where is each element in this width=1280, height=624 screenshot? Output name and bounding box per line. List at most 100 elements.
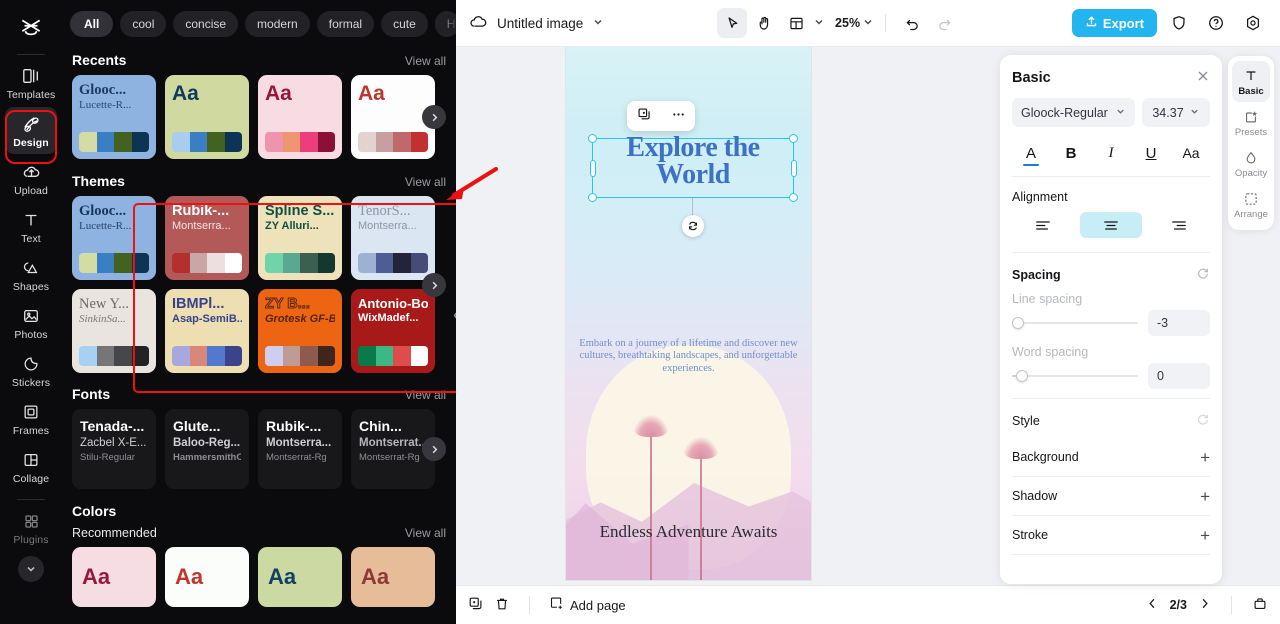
shield-button[interactable] xyxy=(1164,8,1194,38)
stroke-row[interactable]: Stroke + xyxy=(1012,516,1210,554)
chevron-down-icon[interactable] xyxy=(862,16,874,31)
chevron-down-icon[interactable] xyxy=(813,16,825,31)
settings-button[interactable] xyxy=(1238,8,1268,38)
slider-knob[interactable] xyxy=(1016,370,1028,382)
layout-tool-button[interactable] xyxy=(781,8,811,38)
filter-chip-cute[interactable]: cute xyxy=(381,11,428,37)
resize-handle-bl[interactable] xyxy=(588,193,597,202)
duplicate-icon[interactable] xyxy=(637,107,652,125)
line-spacing-input[interactable]: -3 xyxy=(1148,310,1210,336)
redo-button[interactable] xyxy=(929,8,959,38)
theme-card[interactable]: Spline S... ZY Alluri... xyxy=(258,196,342,280)
sidebar-item-stickers[interactable]: Stickers xyxy=(5,347,57,394)
theme-card[interactable]: New Y... SinkinSa... xyxy=(72,289,156,373)
italic-button[interactable]: I xyxy=(1097,140,1125,166)
select-tool-button[interactable] xyxy=(717,8,748,38)
font-family-select[interactable]: Gloock-Regular xyxy=(1012,98,1135,127)
underline-button[interactable]: U xyxy=(1137,140,1165,166)
theme-card[interactable]: Aa xyxy=(165,75,249,159)
theme-card[interactable]: Rubik-... Montserra... xyxy=(165,196,249,280)
view-all-themes[interactable]: View all xyxy=(405,175,446,189)
shadow-row[interactable]: Shadow + xyxy=(1012,477,1210,515)
line-spacing-slider[interactable] xyxy=(1012,316,1138,330)
slider-knob[interactable] xyxy=(1012,317,1024,329)
filter-chip-formal[interactable]: formal xyxy=(316,11,375,37)
chevron-left-icon[interactable] xyxy=(1146,597,1159,613)
sidebar-item-templates[interactable]: Templates xyxy=(5,59,57,106)
more-horizontal-icon[interactable] xyxy=(671,107,686,125)
tab-presets[interactable]: Presets xyxy=(1232,102,1270,143)
export-button[interactable]: Export xyxy=(1071,9,1157,37)
tab-basic[interactable]: Basic xyxy=(1232,61,1270,102)
chevron-right-icon[interactable] xyxy=(1198,597,1211,613)
rotate-icon[interactable] xyxy=(682,215,704,237)
align-right-button[interactable] xyxy=(1149,212,1210,238)
filter-chip-holiday[interactable]: Holiday xyxy=(434,11,456,37)
plus-icon[interactable]: + xyxy=(1200,527,1210,544)
poster-subtitle[interactable]: Embark on a journey of a lifetime and di… xyxy=(577,338,800,375)
theme-card[interactable]: IBMPl... Asap-SemiB... xyxy=(165,289,249,373)
poster-artboard[interactable]: Embark on a journey of a lifetime and di… xyxy=(566,47,811,580)
sidebar-item-frames[interactable]: Frames xyxy=(5,395,57,442)
chevron-right-icon[interactable] xyxy=(422,273,446,297)
add-page-button[interactable]: Add page xyxy=(549,596,626,614)
sidebar-item-shapes[interactable]: Shapes xyxy=(5,251,57,298)
plus-icon[interactable]: + xyxy=(1200,449,1210,466)
sidebar-item-upload[interactable]: Upload xyxy=(5,155,57,202)
hand-tool-button[interactable] xyxy=(749,8,779,38)
close-icon[interactable] xyxy=(1196,69,1210,86)
theme-card[interactable]: TenorS... Montserra... xyxy=(351,196,435,280)
reset-icon[interactable] xyxy=(1196,266,1210,283)
resize-handle-br[interactable] xyxy=(789,193,798,202)
font-card[interactable]: Glute... Baloo-Reg... HammersmithOn... xyxy=(165,409,249,489)
bold-button[interactable]: B xyxy=(1057,140,1085,166)
align-center-button[interactable] xyxy=(1080,212,1142,238)
theme-card[interactable]: Aa xyxy=(258,75,342,159)
chevron-down-icon[interactable] xyxy=(18,556,44,582)
font-card[interactable]: Tenada-... Zacbel X-E... Stilu-Regular xyxy=(72,409,156,489)
sidebar-item-photos[interactable]: Photos xyxy=(5,299,57,346)
word-spacing-input[interactable]: 0 xyxy=(1148,363,1210,389)
resize-handle-tl[interactable] xyxy=(588,134,597,143)
view-all-recents[interactable]: View all xyxy=(405,54,446,68)
theme-card[interactable]: Glooc... Lucette-R... xyxy=(72,75,156,159)
undo-button[interactable] xyxy=(897,8,927,38)
trash-icon[interactable] xyxy=(494,596,510,615)
tab-opacity[interactable]: Opacity xyxy=(1232,143,1270,184)
panel-collapse-handle[interactable] xyxy=(447,292,456,338)
duplicate-page-icon[interactable] xyxy=(468,596,484,615)
align-left-button[interactable] xyxy=(1012,212,1073,238)
notes-icon[interactable] xyxy=(1252,596,1268,615)
reset-icon[interactable] xyxy=(1196,412,1210,429)
filter-chip-all[interactable]: All xyxy=(70,11,114,37)
poster-footer-text[interactable]: Endless Adventure Awaits xyxy=(566,522,811,542)
sidebar-item-collage[interactable]: Collage xyxy=(5,443,57,490)
color-card[interactable]: Aa xyxy=(351,547,435,607)
capcut-logo-icon[interactable] xyxy=(14,12,48,46)
sidebar-item-plugins[interactable]: Plugins xyxy=(5,504,57,551)
zoom-level-value[interactable]: 25% xyxy=(835,16,860,30)
theme-card[interactable]: Antonio-Bold WixMadef... xyxy=(351,289,435,373)
color-card[interactable]: Aa xyxy=(165,547,249,607)
text-selection-box[interactable]: Explore the World xyxy=(588,134,798,202)
color-card[interactable]: Aa xyxy=(72,547,156,607)
resize-handle-tr[interactable] xyxy=(789,134,798,143)
word-spacing-slider[interactable] xyxy=(1012,369,1138,383)
color-card[interactable]: Aa xyxy=(258,547,342,607)
theme-card[interactable]: ZY B... Grotesk GF-B... xyxy=(258,289,342,373)
background-row[interactable]: Background + xyxy=(1012,438,1210,476)
view-all-colors[interactable]: View all xyxy=(405,526,446,540)
view-all-fonts[interactable]: View all xyxy=(405,388,446,402)
font-card[interactable]: Rubik-... Montserra... Montserrat-Rg xyxy=(258,409,342,489)
letter-case-button[interactable]: Aa xyxy=(1177,140,1205,166)
chevron-right-icon[interactable] xyxy=(422,105,446,129)
text-color-button[interactable]: A xyxy=(1017,140,1045,166)
resize-handle-right[interactable] xyxy=(790,160,797,177)
resize-handle-left[interactable] xyxy=(589,160,596,177)
filter-chip-modern[interactable]: modern xyxy=(245,11,310,37)
help-button[interactable] xyxy=(1201,8,1231,38)
filter-chip-cool[interactable]: cool xyxy=(120,11,167,37)
tab-arrange[interactable]: Arrange xyxy=(1232,184,1270,225)
plus-icon[interactable]: + xyxy=(1200,488,1210,505)
font-size-select[interactable]: 34.37 xyxy=(1142,98,1210,127)
